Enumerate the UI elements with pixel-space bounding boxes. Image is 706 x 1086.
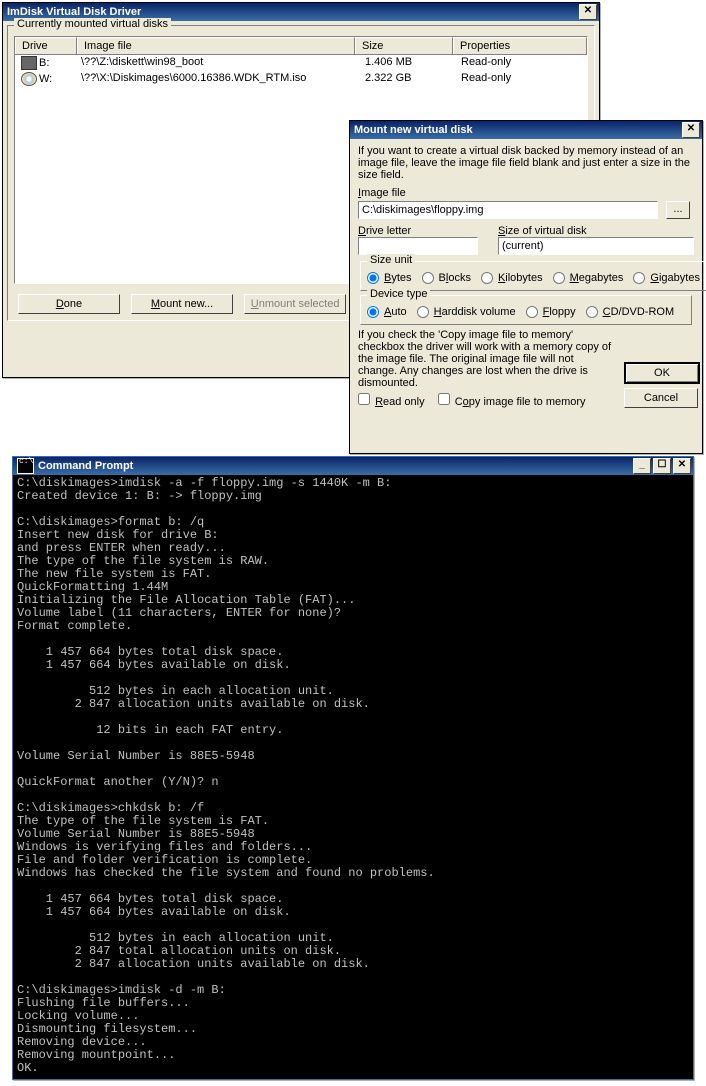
cancel-button[interactable]: Cancel [624,388,698,408]
hdr-size[interactable]: Size [355,37,453,54]
cell-size: 2.322 GB [359,71,455,87]
cmd-output[interactable]: C:\diskimages>imdisk -a -f floppy.img -s… [13,475,693,1075]
unmount-button[interactable]: Unmount selected [244,294,346,314]
cell-image: \??\X:\Diskimages\6000.16386.WDK_RTM.iso [75,71,359,87]
radio-cdrom[interactable]: CD/DVD-ROM [586,306,675,318]
browse-button[interactable]: ... [666,201,690,219]
cell-drive: B: [39,57,49,69]
radio-bytes[interactable]: Bytes [367,272,412,284]
radio-auto[interactable]: Auto [367,306,407,318]
mount-titlebar[interactable]: Mount new virtual disk ✕ [350,121,702,139]
radio-harddisk[interactable]: Harddisk volume [417,306,516,318]
read-only-checkbox[interactable]: Read only [358,396,425,408]
size-unit-legend: Size unit [367,254,415,266]
radio-kilobytes[interactable]: Kilobytes [481,272,543,284]
cmd-titlebar[interactable]: c:\ Command Prompt _ ☐ ✕ [13,457,693,475]
ok-button[interactable]: OK [624,362,700,384]
cell-prop: Read-only [455,71,587,87]
table-row[interactable]: B: \??\Z:\diskett\win98_boot 1.406 MB Re… [15,55,587,71]
list-header: Drive Image file Size Properties [15,37,587,55]
size-label: Size of virtual disk [498,225,587,237]
cmd-title: Command Prompt [38,457,631,475]
size-input[interactable] [498,237,694,255]
hdr-drive[interactable]: Drive [15,37,77,54]
mount-window: Mount new virtual disk ✕ If you want to … [349,120,703,454]
drive-letter-input[interactable] [358,237,478,255]
done-button[interactable]: Done [18,294,120,314]
cmd-window: c:\ Command Prompt _ ☐ ✕ C:\diskimages>i… [12,456,694,1080]
radio-floppy[interactable]: Floppy [526,306,576,318]
image-file-input[interactable] [358,201,658,219]
group-label: Currently mounted virtual disks [14,18,171,30]
cell-size: 1.406 MB [359,55,455,71]
cell-drive: W: [39,73,52,85]
device-type-legend: Device type [367,288,430,300]
close-icon[interactable]: ✕ [673,458,691,474]
mount-new-button[interactable]: Mount new... [131,294,233,314]
floppy-icon [21,56,37,70]
hdr-prop[interactable]: Properties [453,37,587,54]
radio-blocks[interactable]: Blocks [422,272,471,284]
copy-hint: If you check the 'Copy image file to mem… [358,329,614,389]
hdr-image[interactable]: Image file [77,37,355,54]
close-icon[interactable]: ✕ [682,122,700,138]
drive-letter-label: Drive letter [358,225,411,237]
table-row[interactable]: W: \??\X:\Diskimages\6000.16386.WDK_RTM.… [15,71,587,87]
radio-gigabytes[interactable]: Gigabytes [633,272,700,284]
close-icon[interactable]: ✕ [579,4,597,20]
cell-prop: Read-only [455,55,587,71]
cd-icon [21,72,37,86]
terminal-icon: c:\ [17,458,34,474]
radio-megabytes[interactable]: Megabytes [553,272,624,284]
cell-image: \??\Z:\diskett\win98_boot [75,55,359,71]
minimize-icon[interactable]: _ [633,458,651,474]
copy-to-memory-checkbox[interactable]: Copy image file to memory [438,396,586,408]
maximize-icon[interactable]: ☐ [653,458,671,474]
hint-text: If you want to create a virtual disk bac… [358,145,694,181]
mount-title: Mount new virtual disk [354,121,680,139]
image-file-label: Image file [358,187,406,199]
